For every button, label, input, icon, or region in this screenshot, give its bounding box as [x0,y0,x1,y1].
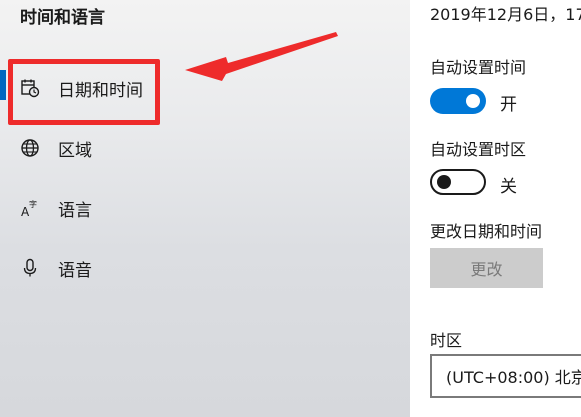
sidebar-title: 时间和语言 [20,8,105,28]
sidebar-item-speech[interactable]: 语音 [0,238,410,298]
sidebar-item-language[interactable]: A 字 语言 [0,178,410,238]
auto-time-label: 自动设置时间 [430,58,527,77]
microphone-icon [20,258,40,278]
auto-timezone-toggle[interactable] [430,169,486,195]
auto-time-toggle[interactable] [430,88,486,114]
current-datetime: 2019年12月6日，17: [430,5,581,24]
annotation-highlight-box [8,59,160,125]
globe-icon [20,138,40,158]
toggle-knob [437,175,451,189]
settings-panel: 2019年12月6日，17: 自动设置时间 开 自动设置时区 关 更改日期和时间… [410,0,581,417]
change-button[interactable]: 更改 [430,248,543,288]
sidebar-item-region[interactable]: 区域 [0,118,410,178]
timezone-dropdown[interactable]: (UTC+08:00) 北京 [430,354,581,398]
auto-time-state: 开 [500,95,517,115]
sidebar-item-label: 语言 [58,200,92,221]
sidebar: 时间和语言 日期和时间 区域 A 字 语言 语音 [0,0,410,417]
language-icon: A 字 [20,198,40,218]
change-datetime-label: 更改日期和时间 [430,222,543,241]
sidebar-item-label: 区域 [58,140,92,161]
auto-timezone-label: 自动设置时区 [430,140,527,159]
toggle-knob [466,94,480,108]
auto-timezone-state: 关 [500,177,517,197]
sidebar-item-label: 语音 [58,260,92,281]
timezone-label: 时区 [430,331,463,350]
svg-text:字: 字 [29,199,37,209]
